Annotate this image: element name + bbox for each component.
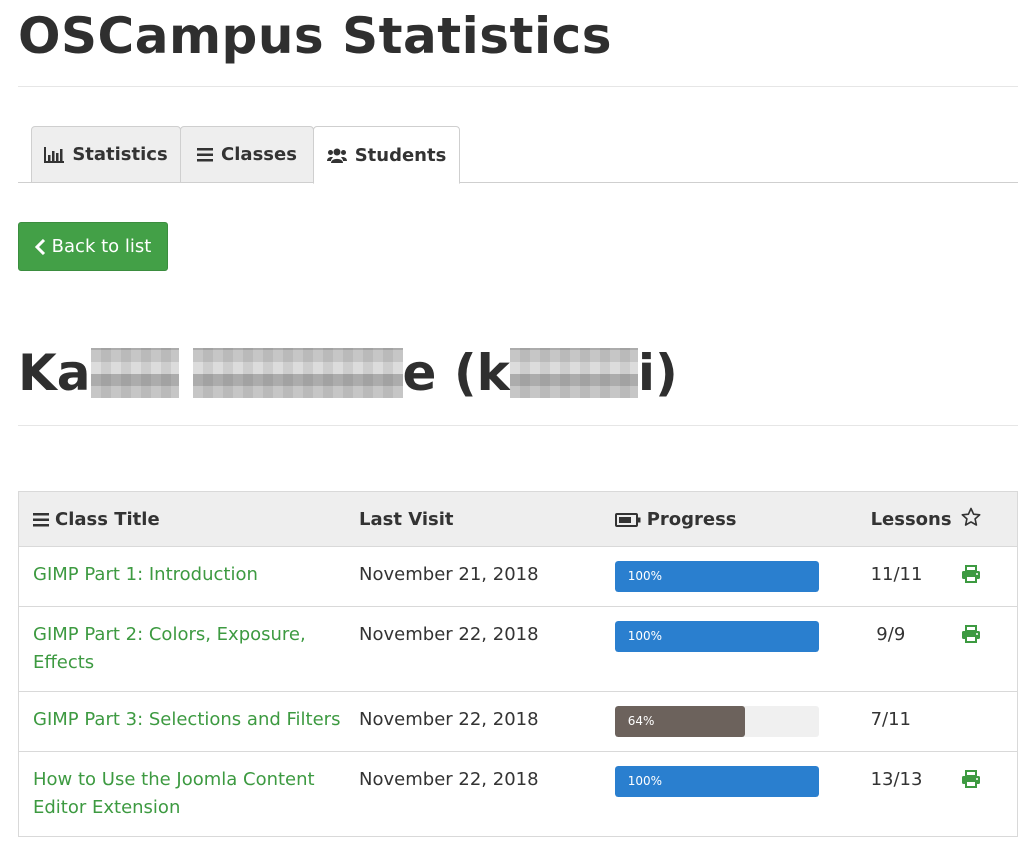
last-visit: November 22, 2018 (359, 691, 615, 752)
class-title-link[interactable]: GIMP Part 3: Selections and Filters (33, 709, 340, 730)
tab-bar: Statistics Classes Students (18, 126, 1018, 184)
progress-bar: 100% (614, 561, 819, 592)
print-certificate-icon[interactable] (961, 625, 981, 643)
list-icon (33, 512, 49, 527)
battery-icon (614, 512, 641, 527)
chevron-left-icon (34, 238, 46, 255)
progress-bar: 64% (614, 706, 819, 737)
table-row: GIMP Part 2: Colors, Exposure, Effects N… (18, 606, 1018, 692)
divider (18, 425, 1018, 426)
progress-bar: 100% (614, 621, 819, 652)
table-header-row: Class Title Last Visit Progress Lessons (18, 491, 1018, 547)
class-title-link[interactable]: GIMP Part 1: Introduction (33, 564, 258, 585)
column-header-lessons[interactable]: Lessons (870, 491, 961, 547)
back-to-list-button[interactable]: Back to list (18, 222, 168, 271)
redacted-text (90, 348, 179, 398)
table-row: GIMP Part 1: Introduction November 21, 2… (18, 546, 1018, 607)
tab-label: Students (354, 144, 447, 166)
print-certificate-icon[interactable] (961, 770, 981, 788)
progress-bar: 100% (614, 766, 819, 797)
tab-label: Statistics (72, 144, 168, 165)
list-icon (197, 147, 214, 162)
users-icon (326, 147, 347, 163)
table-row: How to Use the Joomla Content Editor Ext… (18, 751, 1018, 837)
student-name: Ka e (k i) (18, 344, 678, 402)
print-certificate-icon[interactable] (961, 565, 981, 583)
tab-students[interactable]: Students (313, 126, 460, 184)
page-title: OSCampus Statistics (18, 7, 612, 65)
lessons-count: 7/11 (870, 691, 961, 752)
redacted-text (509, 348, 638, 398)
last-visit: November 21, 2018 (359, 546, 615, 607)
progress-fill: 100% (614, 561, 819, 592)
lessons-count: 11/11 (870, 546, 961, 607)
column-header-last-visit[interactable]: Last Visit (359, 491, 615, 547)
last-visit: November 22, 2018 (359, 751, 615, 837)
back-button-label: Back to list (51, 236, 152, 257)
classes-table: Class Title Last Visit Progress Lessons … (18, 491, 1018, 837)
last-visit: November 22, 2018 (359, 606, 615, 692)
star-icon (961, 507, 981, 532)
class-title-link[interactable]: How to Use the Joomla Content Editor Ext… (33, 769, 315, 818)
divider (18, 86, 1018, 87)
lessons-count: 13/13 (870, 751, 961, 837)
table-row: GIMP Part 3: Selections and Filters Nove… (18, 691, 1018, 752)
tab-label: Classes (221, 144, 297, 165)
progress-fill: 64% (614, 706, 746, 737)
lessons-count: 9/9 (870, 606, 961, 692)
class-title-link[interactable]: GIMP Part 2: Colors, Exposure, Effects (33, 624, 306, 673)
progress-fill: 100% (614, 621, 819, 652)
redacted-text (192, 348, 403, 398)
column-header-certificate[interactable] (960, 491, 1018, 547)
tab-statistics[interactable]: Statistics (31, 126, 181, 183)
column-header-class-title[interactable]: Class Title (18, 491, 360, 547)
bar-chart-icon (44, 146, 65, 163)
tab-classes[interactable]: Classes (180, 126, 314, 183)
progress-fill: 100% (614, 766, 819, 797)
column-header-progress[interactable]: Progress (614, 491, 871, 547)
